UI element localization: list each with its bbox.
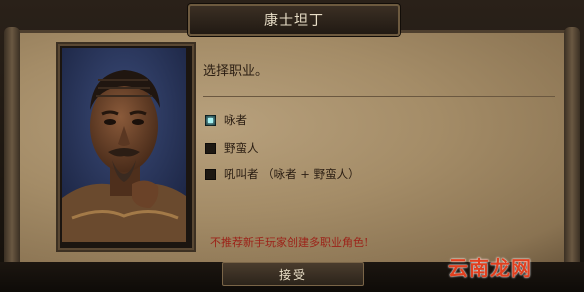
checkbox[interactable] bbox=[205, 142, 216, 154]
multiclass-warning: 不推荐新手玩家创建多职业角色! bbox=[210, 236, 369, 249]
class-option-barbarian[interactable]: 野蛮人 bbox=[205, 140, 259, 156]
title-bar: 康士坦丁 bbox=[188, 4, 400, 36]
option-label: 咏者 bbox=[224, 113, 247, 127]
checkbox-checked[interactable] bbox=[205, 114, 216, 126]
class-option-chanter[interactable]: 咏者 bbox=[205, 112, 247, 128]
prompt-text: 选择职业。 bbox=[203, 64, 269, 79]
site-watermark: 云南龙网 bbox=[448, 256, 532, 280]
checkbox[interactable] bbox=[205, 168, 216, 180]
class-option-howler[interactable]: 吼叫者 （咏者 + 野蛮人） bbox=[205, 166, 360, 182]
option-label: 吼叫者 （咏者 + 野蛮人） bbox=[224, 167, 360, 181]
character-portrait bbox=[62, 48, 186, 242]
divider bbox=[203, 96, 555, 97]
accept-button[interactable]: 接受 bbox=[222, 262, 364, 286]
option-label: 野蛮人 bbox=[224, 141, 259, 155]
dialog-title: 康士坦丁 bbox=[264, 13, 324, 29]
